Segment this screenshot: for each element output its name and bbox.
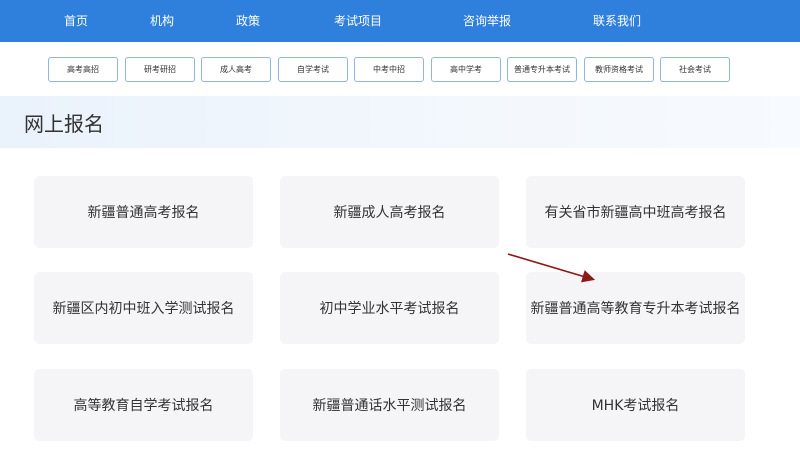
card-label: 有关省市新疆高中班高考报名 — [544, 205, 727, 221]
card-label: 新疆普通高等教育专升本考试报名 — [530, 301, 741, 317]
nav-home[interactable]: 首页 — [64, 0, 88, 42]
card-mandarin-test-registration[interactable]: 新疆普通话水平测试报名 — [280, 369, 499, 441]
registration-card-grid: 新疆普通高考报名 新疆成人高考报名 有关省市新疆高中班高考报名 新疆区内初中班入… — [0, 148, 800, 462]
category-adult-exam-button[interactable]: 成人高考 — [201, 57, 271, 82]
nav-institutions[interactable]: 机构 — [150, 0, 174, 42]
nav-exam-projects[interactable]: 考试项目 — [334, 0, 382, 42]
category-teacher-cert-button[interactable]: 教师资格考试 — [584, 57, 654, 82]
nav-contact-us[interactable]: 联系我们 — [593, 0, 641, 42]
card-upgrade-exam-registration[interactable]: 新疆普通高等教育专升本考试报名 — [526, 272, 745, 344]
category-postgraduate-button[interactable]: 研考研招 — [125, 57, 195, 82]
card-label: 高等教育自学考试报名 — [73, 398, 214, 414]
card-junior-academic-exam-registration[interactable]: 初中学业水平考试报名 — [280, 272, 499, 344]
card-label: 新疆区内初中班入学测试报名 — [52, 301, 235, 317]
top-navigation-bar: 首页 机构 政策 考试项目 咨询举报 联系我们 — [0, 0, 800, 42]
category-zhongkao-button[interactable]: 中考中招 — [354, 57, 424, 82]
card-mhk-exam-registration[interactable]: MHK考试报名 — [526, 369, 745, 441]
category-self-study-button[interactable]: 自学考试 — [278, 57, 348, 82]
page-title: 网上报名 — [24, 112, 104, 136]
category-upgrade-exam-button[interactable]: 普通专升本考试 — [507, 57, 577, 82]
category-high-school-exam-button[interactable]: 高中学考 — [431, 57, 501, 82]
nav-policies[interactable]: 政策 — [236, 0, 260, 42]
card-label: 新疆普通话水平测试报名 — [312, 398, 467, 414]
card-label: 新疆成人高考报名 — [333, 205, 446, 221]
card-label: 新疆普通高考报名 — [87, 205, 200, 221]
card-self-study-exam-registration[interactable]: 高等教育自学考试报名 — [34, 369, 253, 441]
card-gaokao-registration[interactable]: 新疆普通高考报名 — [34, 176, 253, 248]
card-xinjiang-class-gaokao-registration[interactable]: 有关省市新疆高中班高考报名 — [526, 176, 745, 248]
card-label: MHK考试报名 — [591, 398, 680, 414]
card-label: 初中学业水平考试报名 — [319, 301, 460, 317]
card-adult-gaokao-registration[interactable]: 新疆成人高考报名 — [280, 176, 499, 248]
category-gaokao-button[interactable]: 高考高招 — [48, 57, 118, 82]
card-junior-class-entrance-registration[interactable]: 新疆区内初中班入学测试报名 — [34, 272, 253, 344]
nav-consult-report[interactable]: 咨询举报 — [463, 0, 511, 42]
category-social-exam-button[interactable]: 社会考试 — [660, 57, 730, 82]
exam-category-bar: 高考高招 研考研招 成人高考 自学考试 中考中招 高中学考 普通专升本考试 教师… — [0, 42, 800, 92]
page-banner: 网上报名 — [0, 96, 800, 148]
